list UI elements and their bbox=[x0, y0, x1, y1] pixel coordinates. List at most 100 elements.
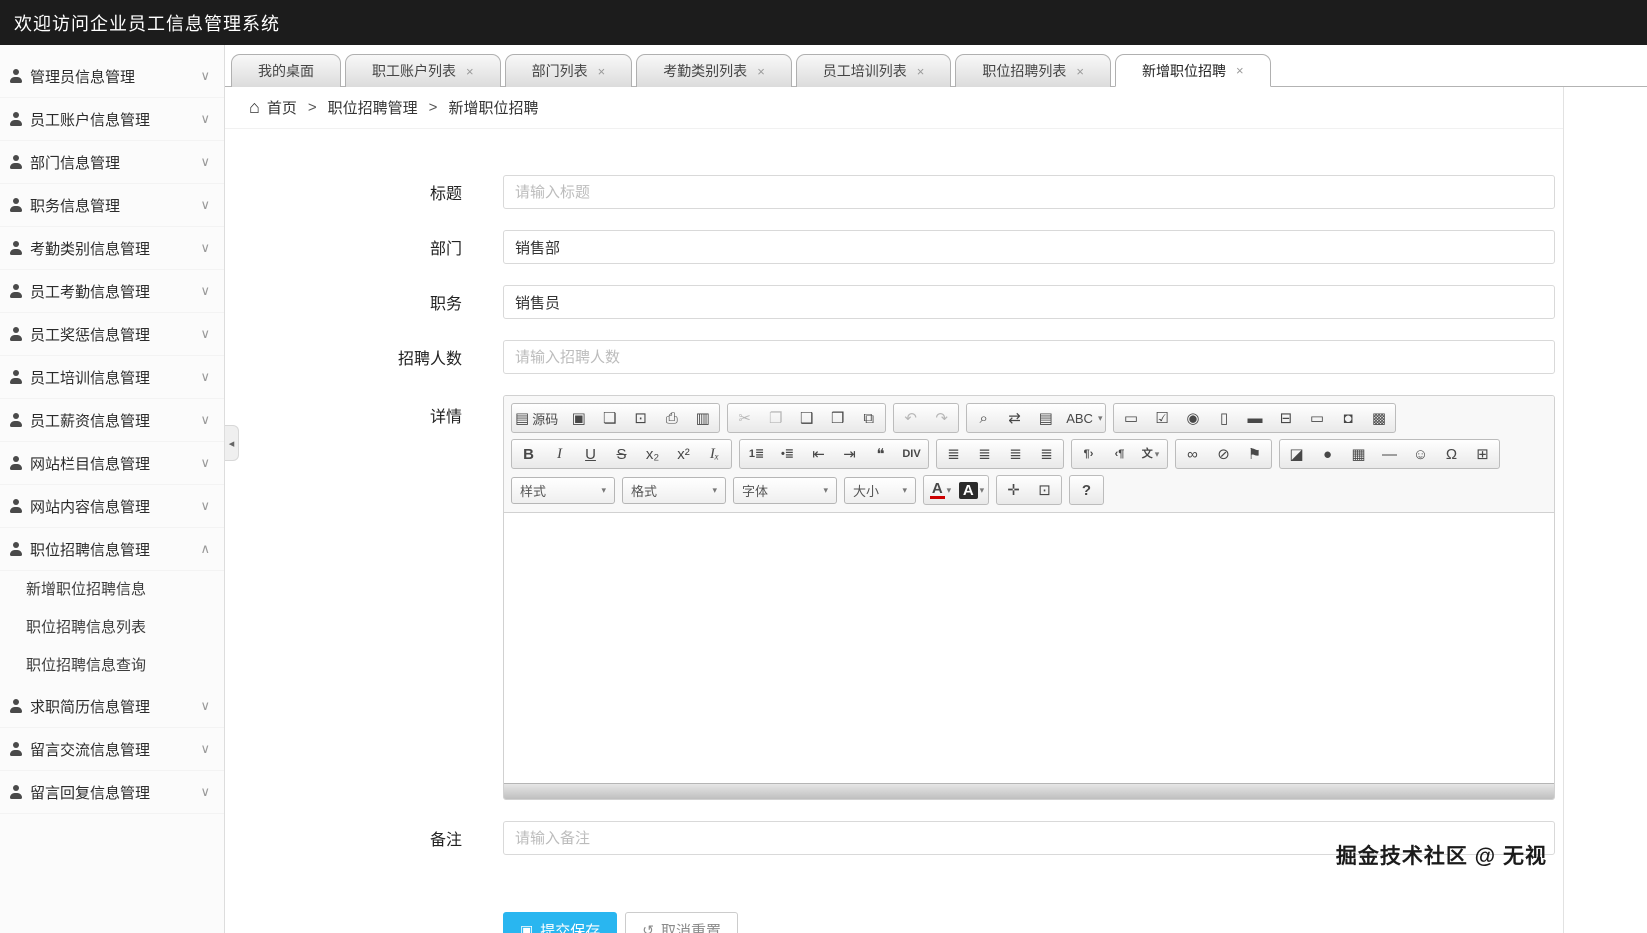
bulleted-list-button[interactable]: •≣ bbox=[772, 441, 803, 467]
smiley-button[interactable]: ☺ bbox=[1405, 441, 1436, 467]
link-button[interactable]: ∞ bbox=[1177, 441, 1208, 467]
tab-close-icon[interactable]: × bbox=[598, 64, 606, 79]
align-center-button[interactable]: ≣ bbox=[969, 441, 1000, 467]
sidebar-collapse-handle[interactable]: ◂ bbox=[225, 425, 239, 461]
tab[interactable]: 我的桌面 bbox=[231, 54, 341, 87]
breadcrumb-item[interactable]: 职位招聘管理 bbox=[328, 97, 418, 118]
tab[interactable]: 员工培训列表 × bbox=[795, 54, 952, 87]
align-left-button[interactable]: ≣ bbox=[938, 441, 969, 467]
sidebar-item[interactable]: 管理员信息管理 ∨ bbox=[0, 55, 224, 98]
sidebar-item[interactable]: 网站内容信息管理 ∨ bbox=[0, 485, 224, 528]
sidebar-item[interactable]: 留言回复信息管理 ∨ bbox=[0, 771, 224, 814]
sidebar-item[interactable]: 员工培训信息管理 ∨ bbox=[0, 356, 224, 399]
sidebar-item[interactable]: 留言交流信息管理 ∨ bbox=[0, 728, 224, 771]
language-button[interactable]: 文 ▾ bbox=[1135, 441, 1166, 467]
sidebar-item[interactable]: 部门信息管理 ∨ bbox=[0, 141, 224, 184]
tab[interactable]: 职工账户列表 × bbox=[345, 54, 501, 87]
anchor-button[interactable]: ⚑ bbox=[1239, 441, 1270, 467]
image-button[interactable]: ◪ bbox=[1281, 441, 1312, 467]
select-all-button[interactable]: ▤ bbox=[1030, 405, 1061, 431]
image-button-button[interactable]: ◘ bbox=[1332, 405, 1363, 431]
source-button[interactable]: ▤ 源码 bbox=[513, 405, 563, 431]
tab[interactable]: 部门列表 × bbox=[504, 54, 633, 87]
remove-format-button[interactable]: Iₓ bbox=[699, 441, 730, 467]
checkbox-button[interactable]: ☑ bbox=[1146, 405, 1177, 431]
div-button[interactable]: DIV bbox=[896, 441, 927, 467]
superscript-button[interactable]: x² bbox=[668, 441, 699, 467]
sidebar-item[interactable]: 网站栏目信息管理 ∨ bbox=[0, 442, 224, 485]
button-button[interactable]: ▭ bbox=[1301, 405, 1332, 431]
subscript-button[interactable]: x₂ bbox=[637, 441, 668, 467]
sidebar-item[interactable]: 员工奖惩信息管理 ∨ bbox=[0, 313, 224, 356]
special-char-button[interactable]: Ω bbox=[1436, 441, 1467, 467]
table-button[interactable]: ▦ bbox=[1343, 441, 1374, 467]
bidi-rtl-button[interactable]: ‹¶ bbox=[1104, 441, 1135, 467]
tab-close-icon[interactable]: × bbox=[757, 64, 765, 79]
textarea-button[interactable]: ▬ bbox=[1239, 405, 1270, 431]
paste-button[interactable]: ❑ bbox=[791, 405, 822, 431]
indent-button[interactable]: ⇥ bbox=[834, 441, 865, 467]
align-right-button[interactable]: ≣ bbox=[1000, 441, 1031, 467]
sidebar-subitem[interactable]: 职位招聘信息列表 bbox=[0, 609, 224, 647]
hidden-field-button[interactable]: ▩ bbox=[1363, 405, 1394, 431]
form-button[interactable]: ▭ bbox=[1115, 405, 1146, 431]
underline-button[interactable]: U bbox=[575, 441, 606, 467]
department-input[interactable] bbox=[503, 230, 1555, 264]
replace-button[interactable]: ⇄ bbox=[999, 405, 1030, 431]
sidebar-item[interactable]: 员工考勤信息管理 ∨ bbox=[0, 270, 224, 313]
breadcrumb-item[interactable]: ⌂ 首页 bbox=[249, 97, 297, 118]
new-page-button[interactable]: ❏ bbox=[594, 405, 625, 431]
bg-color-button[interactable]: A ▾ bbox=[956, 477, 987, 503]
tab-close-icon[interactable]: × bbox=[1076, 64, 1084, 79]
font-dropdown[interactable]: 字体 ▾ bbox=[733, 476, 837, 504]
tab-close-icon[interactable]: × bbox=[1236, 63, 1244, 78]
find-button[interactable]: ⌕ bbox=[968, 405, 999, 431]
tab[interactable]: 职位招聘列表 × bbox=[955, 54, 1111, 87]
radio-button[interactable]: ◉ bbox=[1177, 405, 1208, 431]
save-button[interactable]: ▣ bbox=[563, 405, 594, 431]
ordered-list-button[interactable]: 1≣ bbox=[741, 441, 772, 467]
reset-button[interactable]: ↺ 取消重置 bbox=[625, 912, 738, 933]
maximize-button[interactable]: ✛ bbox=[998, 477, 1029, 503]
outdent-button[interactable]: ⇤ bbox=[803, 441, 834, 467]
headcount-input[interactable] bbox=[503, 340, 1555, 374]
sidebar-item[interactable]: 考勤类别信息管理 ∨ bbox=[0, 227, 224, 270]
paste-word-button[interactable]: ⧉ bbox=[853, 405, 884, 431]
unlink-button[interactable]: ⊘ bbox=[1208, 441, 1239, 467]
align-justify-button[interactable]: ≣ bbox=[1031, 441, 1062, 467]
paste-text-button[interactable]: ❒ bbox=[822, 405, 853, 431]
italic-button[interactable]: I bbox=[544, 441, 575, 467]
sidebar-item[interactable]: 员工薪资信息管理 ∨ bbox=[0, 399, 224, 442]
blockquote-button[interactable]: ❝ bbox=[865, 441, 896, 467]
about-button[interactable]: ? bbox=[1071, 477, 1102, 503]
tab[interactable]: 新增职位招聘 × bbox=[1114, 54, 1271, 87]
print-button[interactable]: ⎙ bbox=[656, 405, 687, 431]
show-blocks-button[interactable]: ⊡ bbox=[1029, 477, 1060, 503]
flash-button[interactable]: ● bbox=[1312, 441, 1343, 467]
styles-dropdown[interactable]: 样式 ▾ bbox=[511, 476, 615, 504]
spellcheck-button[interactable]: ABC ▾ bbox=[1061, 405, 1104, 431]
sidebar-subitem[interactable]: 新增职位招聘信息 bbox=[0, 571, 224, 609]
sidebar-subitem[interactable]: 职位招聘信息查询 bbox=[0, 647, 224, 685]
page-break-button[interactable]: ⊞ bbox=[1467, 441, 1498, 467]
sidebar-item[interactable]: 求职简历信息管理 ∨ bbox=[0, 685, 224, 728]
position-input[interactable] bbox=[503, 285, 1555, 319]
templates-button[interactable]: ▥ bbox=[687, 405, 718, 431]
sidebar-item[interactable]: 员工账户信息管理 ∨ bbox=[0, 98, 224, 141]
preview-button[interactable]: ⊡ bbox=[625, 405, 656, 431]
select-field-button[interactable]: ⊟ bbox=[1270, 405, 1301, 431]
text-color-button[interactable]: A ▾ bbox=[925, 477, 956, 503]
tab[interactable]: 考勤类别列表 × bbox=[636, 54, 792, 87]
tab-close-icon[interactable]: × bbox=[917, 64, 925, 79]
tab-close-icon[interactable]: × bbox=[466, 64, 474, 79]
sidebar-item[interactable]: 职位招聘信息管理 ∧ bbox=[0, 528, 224, 571]
bidi-ltr-button[interactable]: ¶› bbox=[1073, 441, 1104, 467]
text-field-button[interactable]: ▯ bbox=[1208, 405, 1239, 431]
size-dropdown[interactable]: 大小 ▾ bbox=[844, 476, 916, 504]
strike-button[interactable]: S bbox=[606, 441, 637, 467]
editor-resize-bar[interactable] bbox=[504, 783, 1554, 799]
format-dropdown[interactable]: 格式 ▾ bbox=[622, 476, 726, 504]
editor-content[interactable] bbox=[504, 513, 1554, 783]
bold-button[interactable]: B bbox=[513, 441, 544, 467]
submit-button[interactable]: ▣ 提交保存 bbox=[503, 912, 618, 933]
